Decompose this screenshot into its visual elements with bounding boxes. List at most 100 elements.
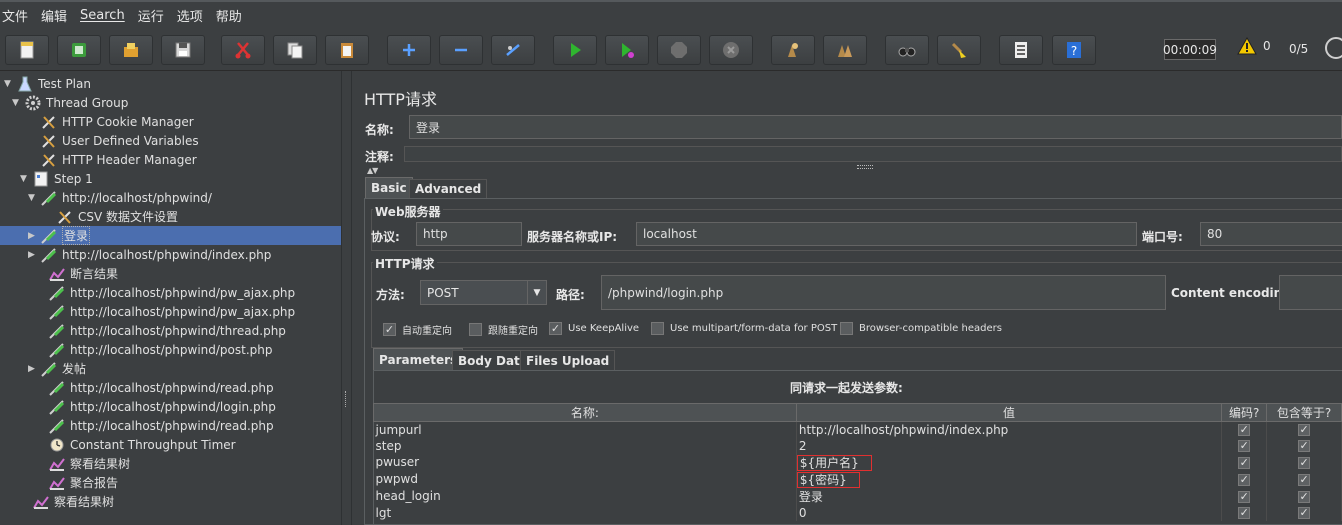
tree-node[interactable]: ▼ Test Plan: [4, 74, 91, 93]
unchecked-box-icon[interactable]: [651, 322, 664, 335]
option-checkbox[interactable]: Use multipart/form-data for POST: [651, 322, 837, 335]
collapsed-arrow-icon[interactable]: ▶: [28, 250, 38, 260]
menu-options[interactable]: 选项: [177, 6, 203, 25]
menu-file[interactable]: 文件: [2, 6, 28, 25]
option-checkbox[interactable]: Browser-compatible headers: [840, 322, 1002, 335]
checked-box-icon[interactable]: ✓: [383, 323, 396, 336]
param-name[interactable]: jumpurl: [373, 421, 797, 438]
server-field[interactable]: localhost: [636, 222, 1137, 246]
tree-node[interactable]: http://localhost/phpwind/thread.php: [36, 321, 286, 340]
column-include-equals[interactable]: 包含等于?: [1266, 403, 1342, 422]
encode-checkbox[interactable]: ✓: [1221, 453, 1268, 471]
expand-button[interactable]: [387, 35, 431, 65]
menu-search[interactable]: Search: [80, 8, 125, 23]
checked-box-icon[interactable]: ✓: [1238, 473, 1251, 486]
content-encoding-field[interactable]: [1279, 275, 1342, 310]
checked-box-icon[interactable]: ✓: [1298, 440, 1311, 452]
divider-grip-icon[interactable]: [857, 165, 873, 169]
encode-checkbox[interactable]: ✓: [1221, 437, 1268, 454]
new-button[interactable]: [5, 35, 49, 65]
port-field[interactable]: 80: [1200, 222, 1342, 246]
warning-indicator[interactable]: 0: [1237, 37, 1271, 55]
tree-node[interactable]: ▼ http://localhost/phpwind/: [28, 188, 212, 207]
collapse-button[interactable]: [439, 35, 483, 65]
method-select[interactable]: POST ▼: [420, 280, 547, 305]
param-value[interactable]: 登录: [796, 487, 1223, 505]
column-encode[interactable]: 编码?: [1221, 403, 1268, 422]
help-button[interactable]: ?: [1052, 35, 1096, 65]
paste-button[interactable]: [325, 35, 369, 65]
checked-box-icon[interactable]: ✓: [1238, 490, 1251, 503]
tree-node[interactable]: ▼ Thread Group: [12, 93, 128, 112]
templates-button[interactable]: [57, 35, 101, 65]
search-button[interactable]: [885, 35, 929, 65]
menu-run[interactable]: 运行: [138, 6, 164, 25]
clear-button[interactable]: [771, 35, 815, 65]
tree-node[interactable]: ▶ 发帖: [28, 359, 86, 378]
stop-button[interactable]: [657, 35, 701, 65]
encode-checkbox[interactable]: ✓: [1221, 504, 1268, 521]
tree-node[interactable]: ▼ Step 1: [20, 169, 93, 188]
tree-node[interactable]: http://localhost/phpwind/post.php: [36, 340, 273, 359]
tab-basic[interactable]: Basic: [365, 177, 413, 198]
include-equals-checkbox[interactable]: ✓: [1266, 504, 1342, 521]
tree-node[interactable]: ▶ 登录: [0, 226, 341, 245]
protocol-field[interactable]: http: [416, 222, 522, 246]
start-no-pause-button[interactable]: [605, 35, 649, 65]
include-equals-checkbox[interactable]: ✓: [1266, 437, 1342, 454]
checked-box-icon[interactable]: ✓: [1238, 424, 1251, 437]
tree-node[interactable]: http://localhost/phpwind/login.php: [36, 397, 276, 416]
tree-node[interactable]: http://localhost/phpwind/read.php: [36, 416, 274, 435]
menu-help[interactable]: 帮助: [216, 6, 242, 25]
checked-box-icon[interactable]: ✓: [1298, 424, 1311, 437]
param-value[interactable]: 2: [796, 437, 1223, 454]
tree-node[interactable]: 断言结果: [36, 264, 118, 283]
param-name[interactable]: head_login: [373, 487, 797, 505]
table-row[interactable]: pwuser ${用户名} ✓ ✓: [373, 453, 1342, 471]
cut-button[interactable]: [221, 35, 265, 65]
copy-button[interactable]: [273, 35, 317, 65]
table-row[interactable]: step 2 ✓ ✓: [373, 437, 1342, 454]
table-row[interactable]: pwpwd ${密码} ✓ ✓: [373, 470, 1342, 488]
clear-all-button[interactable]: [823, 35, 867, 65]
include-equals-checkbox[interactable]: ✓: [1266, 421, 1342, 438]
column-value[interactable]: 值: [795, 403, 1223, 422]
checked-box-icon[interactable]: ✓: [1298, 473, 1311, 486]
toggle-button[interactable]: [491, 35, 535, 65]
param-value[interactable]: ${用户名}: [796, 453, 1223, 471]
table-row[interactable]: head_login 登录 ✓ ✓: [373, 487, 1342, 505]
column-name[interactable]: 名称:: [373, 403, 797, 422]
tree-node[interactable]: HTTP Cookie Manager: [28, 112, 194, 131]
tree-node[interactable]: CSV 数据文件设置: [44, 207, 178, 226]
comment-field[interactable]: [404, 146, 1342, 162]
option-checkbox[interactable]: 跟随重定向: [469, 322, 538, 337]
shutdown-button[interactable]: [709, 35, 753, 65]
expanded-arrow-icon[interactable]: ▼: [28, 193, 38, 203]
table-row[interactable]: lgt 0 ✓ ✓: [373, 504, 1342, 521]
include-equals-checkbox[interactable]: ✓: [1266, 487, 1342, 505]
tree-node[interactable]: http://localhost/phpwind/pw_ajax.php: [36, 302, 295, 321]
unchecked-box-icon[interactable]: [840, 322, 853, 335]
tree-node[interactable]: 察看结果树: [20, 492, 114, 511]
encode-checkbox[interactable]: ✓: [1221, 421, 1268, 438]
tree-node[interactable]: Constant Throughput Timer: [36, 435, 236, 454]
checked-box-icon[interactable]: ✓: [1238, 440, 1251, 452]
reset-search-button[interactable]: [937, 35, 981, 65]
name-field[interactable]: 登录: [409, 115, 1342, 139]
save-button[interactable]: [161, 35, 205, 65]
remote-globe-icon[interactable]: [1325, 37, 1342, 59]
param-value[interactable]: ${密码}: [796, 470, 1223, 488]
checked-box-icon[interactable]: ✓: [1238, 507, 1251, 519]
path-field[interactable]: /phpwind/login.php: [601, 275, 1166, 310]
checked-box-icon[interactable]: ✓: [549, 322, 562, 335]
expanded-arrow-icon[interactable]: ▼: [4, 79, 14, 89]
tree-node[interactable]: User Defined Variables: [28, 131, 199, 150]
tree-node[interactable]: ▶ http://localhost/phpwind/index.php: [28, 245, 271, 264]
param-value[interactable]: http://localhost/phpwind/index.php: [796, 421, 1223, 438]
param-name[interactable]: pwpwd: [373, 470, 797, 488]
checked-box-icon[interactable]: ✓: [1298, 490, 1311, 503]
chevron-down-icon[interactable]: ▼: [527, 281, 546, 304]
checked-box-icon[interactable]: ✓: [1238, 456, 1251, 469]
function-helper-button[interactable]: [999, 35, 1043, 65]
encode-checkbox[interactable]: ✓: [1221, 470, 1268, 488]
